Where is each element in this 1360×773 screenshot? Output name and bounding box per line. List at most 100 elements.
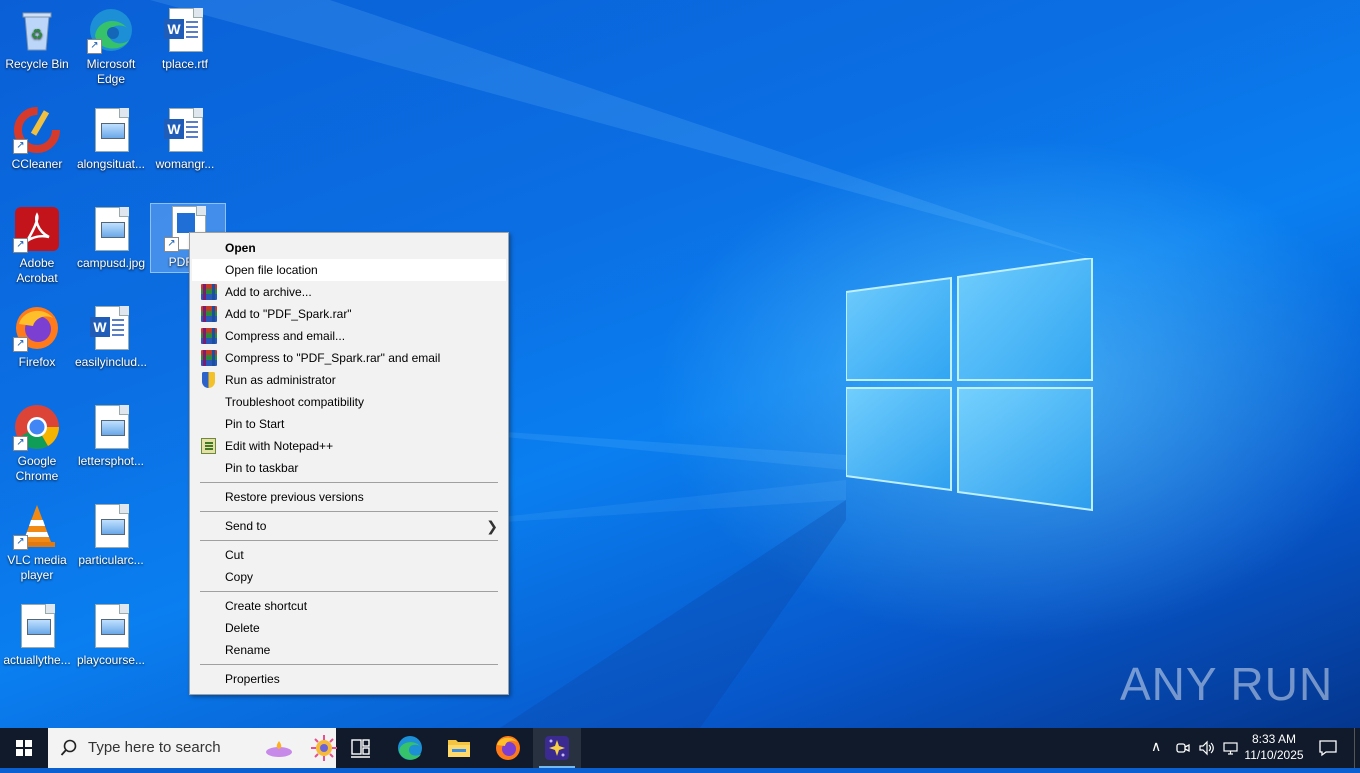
desktop-icon-file[interactable]: W easilyinclud... xyxy=(74,304,148,370)
taskbar-edge[interactable] xyxy=(386,728,434,768)
menu-item-label: Compress to "PDF_Spark.rar" and email xyxy=(225,351,441,365)
menu-item-pin-to-start[interactable]: Pin to Start xyxy=(192,413,506,435)
menu-item-add-to-archive[interactable]: Add to archive... xyxy=(192,281,506,303)
menu-item-label: Open xyxy=(225,241,256,255)
winrar-icon xyxy=(201,284,217,300)
meet-now-icon[interactable] xyxy=(1175,740,1191,756)
ccleaner-icon: ↗ xyxy=(13,106,61,154)
show-desktop-button[interactable] xyxy=(1354,728,1360,768)
menu-item-label: Pin to taskbar xyxy=(225,461,299,475)
desktop-icon-label: Adobe Acrobat xyxy=(16,256,58,285)
desktop-icon-google-chrome[interactable]: ↗ Google Chrome xyxy=(0,403,74,484)
taskbar-search-box[interactable]: Type here to search xyxy=(48,728,337,768)
edge-icon: ↗ xyxy=(87,6,135,54)
desktop-icon-label: tplace.rtf xyxy=(161,57,209,71)
lamp-decoration-icon xyxy=(266,741,292,757)
desktop-icon-file[interactable]: lettersphot... xyxy=(74,403,148,469)
desktop-icon-firefox[interactable]: ↗ Firefox xyxy=(0,304,74,370)
menu-item-label: Edit with Notepad++ xyxy=(225,439,334,453)
image-file-icon xyxy=(87,602,135,650)
svg-text:♻: ♻ xyxy=(31,26,44,42)
desktop-icon-file[interactable]: particularc... xyxy=(74,502,148,568)
shortcut-arrow-icon: ↗ xyxy=(13,337,28,352)
task-view-icon xyxy=(351,739,370,758)
desktop-icon-label: actuallythe... xyxy=(3,653,71,667)
menu-item-label: Open file location xyxy=(225,263,318,277)
desktop-icon-label: lettersphot... xyxy=(77,454,145,468)
menu-item-label: Create shortcut xyxy=(225,599,308,613)
task-view-button[interactable] xyxy=(336,728,384,768)
desktop-icon-label: particularc... xyxy=(78,553,144,567)
menu-item-create-shortcut[interactable]: Create shortcut xyxy=(192,595,506,617)
taskbar-firefox[interactable] xyxy=(484,728,532,768)
menu-item-troubleshoot-compatibility[interactable]: Troubleshoot compatibility xyxy=(192,391,506,413)
search-highlight-icon xyxy=(311,735,337,761)
desktop-icon-file[interactable]: campusd.jpg xyxy=(74,205,148,271)
windows-logo-wallpaper xyxy=(846,258,1093,512)
desktop-icon-file[interactable]: actuallythe... xyxy=(0,602,74,668)
notepadpp-icon xyxy=(201,438,216,454)
shortcut-arrow-icon: ↗ xyxy=(164,237,179,252)
image-file-icon xyxy=(87,502,135,550)
chevron-up-icon[interactable]: ∧ xyxy=(1151,738,1161,755)
menu-separator xyxy=(200,591,498,592)
volume-icon[interactable] xyxy=(1198,740,1216,756)
menu-item-open-file-location[interactable]: Open file location xyxy=(192,259,506,281)
menu-item-pin-to-taskbar[interactable]: Pin to taskbar xyxy=(192,457,506,479)
desktop-icon-ccleaner[interactable]: ↗ CCleaner xyxy=(0,106,74,172)
desktop-icon-file[interactable]: playcourse... xyxy=(74,602,148,668)
menu-item-compress-and-email[interactable]: Compress and email... xyxy=(192,325,506,347)
taskbar-pdf-spark[interactable] xyxy=(533,728,581,768)
menu-item-delete[interactable]: Delete xyxy=(192,617,506,639)
menu-item-run-as-administrator[interactable]: Run as administrator xyxy=(192,369,506,391)
image-file-icon xyxy=(87,106,135,154)
menu-item-open[interactable]: Open xyxy=(192,237,506,259)
desktop-icon-label: Google Chrome xyxy=(15,454,59,483)
desktop-icon-label: easilyinclud... xyxy=(74,355,148,369)
menu-separator xyxy=(200,540,498,541)
pdf-spark-icon xyxy=(545,736,569,760)
desktop-icon-file[interactable]: W womangr... xyxy=(148,106,222,172)
desktop-icon-recycle-bin[interactable]: ♻ Recycle Bin xyxy=(0,6,74,72)
context-menu[interactable]: Open Open file location Add to archive..… xyxy=(189,232,509,695)
file-explorer-icon xyxy=(448,740,470,757)
menu-item-label: Cut xyxy=(225,548,244,562)
menu-item-properties[interactable]: Properties xyxy=(192,668,506,690)
word-document-icon: W xyxy=(161,6,209,54)
shortcut-arrow-icon: ↗ xyxy=(13,436,28,451)
taskbar-file-explorer[interactable] xyxy=(435,728,483,768)
menu-item-label: Run as administrator xyxy=(225,373,336,387)
uac-shield-icon xyxy=(202,372,215,388)
vlc-cone-icon: ↗ xyxy=(13,502,61,550)
winrar-icon xyxy=(201,328,217,344)
desktop-icon-label: VLC media player xyxy=(7,553,67,582)
menu-item-copy[interactable]: Copy xyxy=(192,566,506,588)
menu-item-label: Pin to Start xyxy=(225,417,285,431)
menu-item-cut[interactable]: Cut xyxy=(192,544,506,566)
desktop-icon-adobe-acrobat[interactable]: ↗ Adobe Acrobat xyxy=(0,205,74,286)
desktop-icon-file[interactable]: alongsituat... xyxy=(74,106,148,172)
desktop-icon-vlc[interactable]: ↗ VLC media player xyxy=(0,502,74,583)
desktop-icon-label: campusd.jpg xyxy=(76,256,146,270)
menu-item-label: Restore previous versions xyxy=(225,490,364,504)
menu-item-label: Compress and email... xyxy=(225,329,346,343)
network-icon[interactable] xyxy=(1222,740,1240,756)
taskbar-clock[interactable]: 8:33 AM 11/10/2025 xyxy=(1240,731,1308,763)
menu-item-send-to[interactable]: Send to ❯ xyxy=(192,515,506,537)
menu-item-rename[interactable]: Rename xyxy=(192,639,506,661)
desktop-icon-microsoft-edge[interactable]: ↗ Microsoft Edge xyxy=(74,6,148,87)
start-button[interactable] xyxy=(0,728,48,768)
menu-item-label: Delete xyxy=(225,621,260,635)
chevron-right-icon: ❯ xyxy=(486,518,498,534)
desktop-icon-file[interactable]: W tplace.rtf xyxy=(148,6,222,72)
desktop-icon-label: Microsoft Edge xyxy=(86,57,136,86)
notification-center-icon[interactable] xyxy=(1318,739,1338,757)
menu-item-compress-to-rar-email[interactable]: Compress to "PDF_Spark.rar" and email xyxy=(192,347,506,369)
menu-separator xyxy=(200,482,498,483)
menu-item-edit-with-notepadpp[interactable]: Edit with Notepad++ xyxy=(192,435,506,457)
desktop-icon-label: Firefox xyxy=(18,355,56,369)
menu-item-label: Add to "PDF_Spark.rar" xyxy=(225,307,352,321)
menu-item-add-to-rar[interactable]: Add to "PDF_Spark.rar" xyxy=(192,303,506,325)
menu-item-restore-previous-versions[interactable]: Restore previous versions xyxy=(192,486,506,508)
desktop-icon-label: playcourse... xyxy=(76,653,146,667)
